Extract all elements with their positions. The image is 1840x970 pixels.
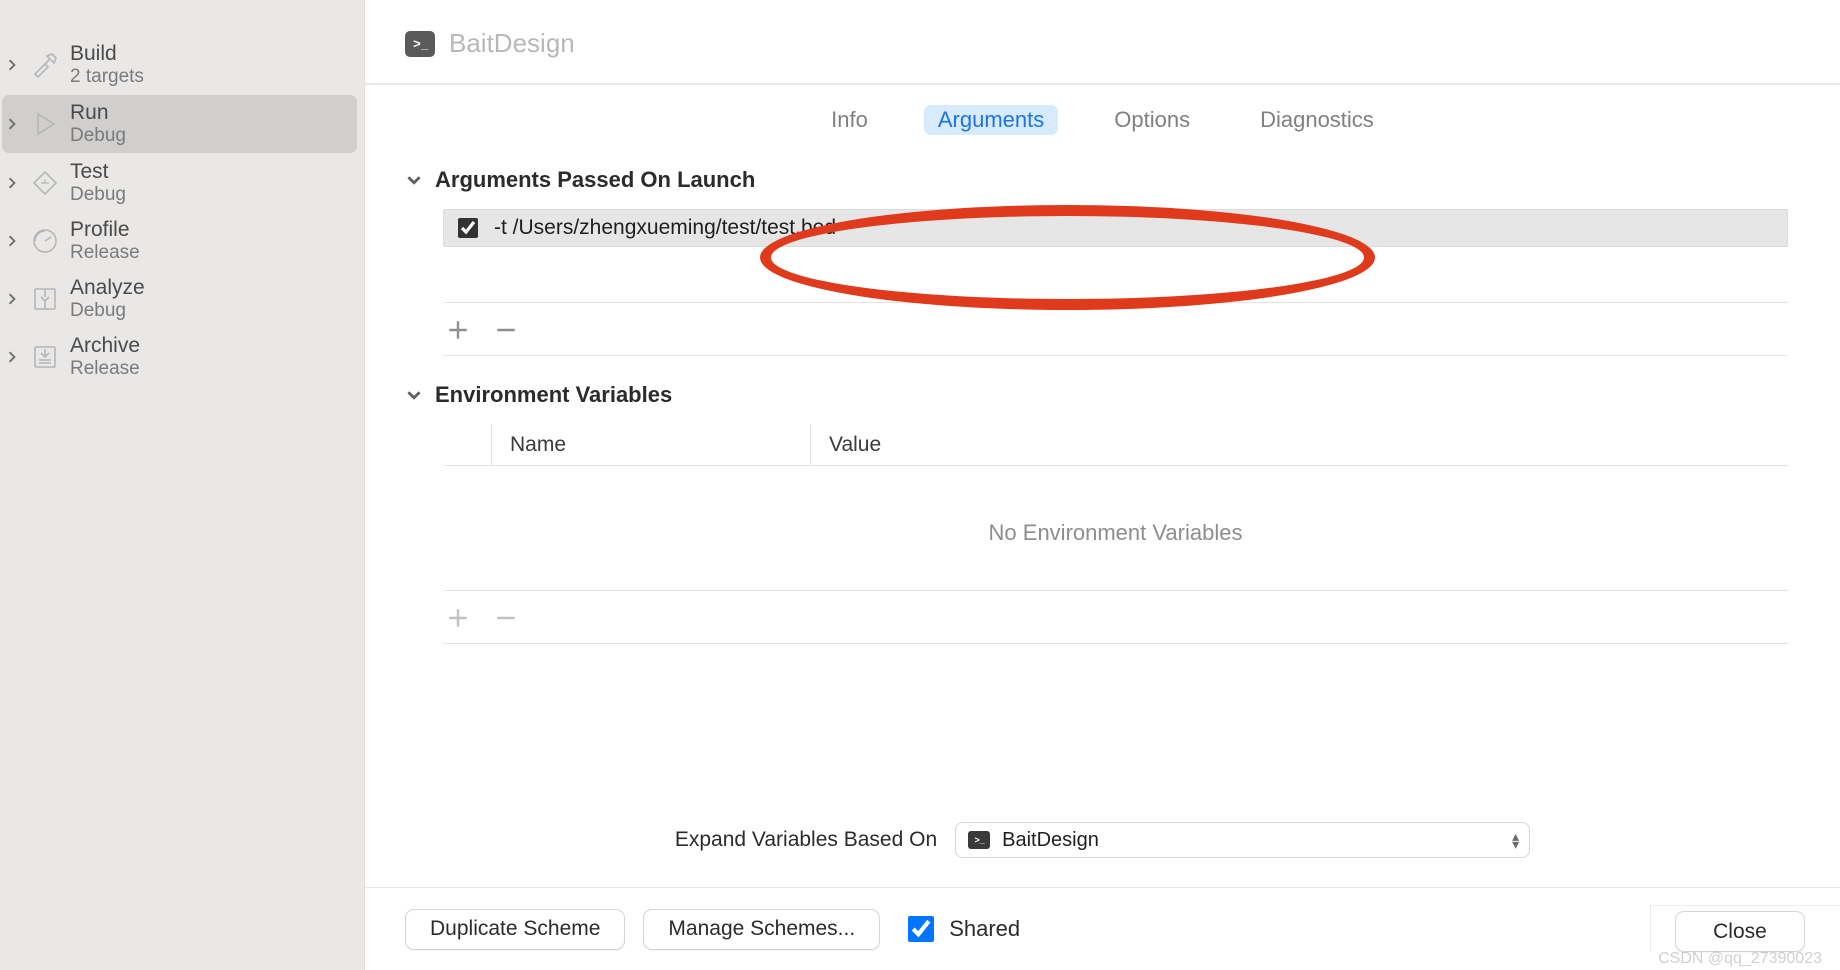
sidebar-item-run[interactable]: Run Debug: [2, 95, 357, 153]
tab-bar: Info Arguments Options Diagnostics: [365, 85, 1840, 141]
env-col-value[interactable]: Value: [829, 424, 881, 465]
sidebar-item-label: Profile: [70, 218, 140, 242]
sidebar-item-label: Build: [70, 42, 144, 66]
sidebar-item-profile[interactable]: Profile Release: [0, 212, 364, 270]
sidebar-item-label: Test: [70, 160, 126, 184]
shared-label: Shared: [949, 916, 1020, 942]
chevron-down-icon: [407, 382, 421, 408]
env-heading: Environment Variables: [435, 382, 672, 408]
remove-argument-button[interactable]: [493, 317, 519, 343]
sidebar-item-sublabel: Debug: [70, 300, 145, 322]
sidebar-item-sublabel: Release: [70, 242, 140, 264]
expand-variables-label: Expand Variables Based On: [675, 828, 937, 852]
arguments-section-header[interactable]: Arguments Passed On Launch: [407, 167, 1788, 193]
shared-checkbox[interactable]: [908, 916, 934, 942]
app-root: Build 2 targets Run Debug: [0, 0, 1840, 970]
main-panel: >_ BaitDesign Info Arguments Options Dia…: [365, 0, 1840, 970]
close-area: Close: [1650, 905, 1840, 952]
scheme-header: >_ BaitDesign: [365, 0, 1840, 83]
arguments-heading: Arguments Passed On Launch: [435, 167, 755, 193]
sidebar-item-label: Run: [70, 101, 126, 125]
watermark: CSDN @qq_27390023: [1658, 950, 1822, 968]
sidebar-item-test[interactable]: Test Debug: [0, 154, 364, 212]
sidebar-item-analyze[interactable]: Analyze Debug: [0, 270, 364, 328]
sidebar-item-archive[interactable]: Archive Release: [0, 328, 364, 386]
play-icon: [30, 109, 60, 139]
chevron-right-icon: [4, 349, 20, 365]
expand-variables-select[interactable]: >_ BaitDesign ▴▾: [955, 822, 1530, 858]
env-header-row: Name Value: [443, 424, 1788, 466]
tab-arguments[interactable]: Arguments: [924, 105, 1058, 135]
expand-variables-value: BaitDesign: [1002, 829, 1099, 852]
tab-options[interactable]: Options: [1100, 105, 1204, 135]
add-argument-button[interactable]: [445, 317, 471, 343]
scheme-title: BaitDesign: [449, 28, 575, 59]
env-empty-message: No Environment Variables: [443, 466, 1788, 591]
sidebar: Build 2 targets Run Debug: [0, 0, 365, 970]
archive-icon: [30, 342, 60, 372]
env-section-header[interactable]: Environment Variables: [407, 382, 1788, 408]
sidebar-item-label: Analyze: [70, 276, 145, 300]
arguments-toolbar: [443, 303, 1788, 356]
chevron-right-icon: [4, 233, 20, 249]
argument-text[interactable]: -t /Users/zhengxueming/test/test.bed: [494, 216, 836, 240]
sidebar-item-sublabel: Debug: [70, 125, 126, 147]
chevron-right-icon: [4, 291, 20, 307]
env-table: Name Value No Environment Variables: [443, 424, 1788, 644]
terminal-icon: >_: [968, 831, 990, 849]
manage-schemes-button[interactable]: Manage Schemes...: [643, 909, 880, 950]
argument-row[interactable]: -t /Users/zhengxueming/test/test.bed: [443, 209, 1788, 247]
diamond-icon: [30, 168, 60, 198]
chevron-right-icon: [4, 175, 20, 191]
sidebar-item-sublabel: Release: [70, 358, 140, 380]
bottom-bar: Duplicate Scheme Manage Schemes... Share…: [365, 888, 1840, 970]
env-col-name[interactable]: Name: [510, 424, 810, 465]
argument-enabled-checkbox[interactable]: [458, 218, 478, 238]
hammer-icon: [30, 50, 60, 80]
duplicate-scheme-button[interactable]: Duplicate Scheme: [405, 909, 625, 950]
chevron-right-icon: [4, 116, 20, 132]
expand-variables-row: Expand Variables Based On >_ BaitDesign …: [365, 822, 1840, 858]
analyze-icon: [30, 284, 60, 314]
arguments-table: -t /Users/zhengxueming/test/test.bed: [443, 209, 1788, 356]
add-env-button[interactable]: [445, 605, 471, 631]
remove-env-button[interactable]: [493, 605, 519, 631]
tab-diagnostics[interactable]: Diagnostics: [1246, 105, 1388, 135]
sidebar-item-sublabel: Debug: [70, 184, 126, 206]
chevron-right-icon: [4, 57, 20, 73]
gauge-icon: [30, 226, 60, 256]
close-button[interactable]: Close: [1675, 911, 1805, 952]
terminal-icon: >_: [405, 31, 435, 57]
tab-info[interactable]: Info: [817, 105, 882, 135]
chevron-down-icon: [407, 167, 421, 193]
sidebar-item-sublabel: 2 targets: [70, 66, 144, 88]
sidebar-item-label: Archive: [70, 334, 140, 358]
updown-icon: ▴▾: [1512, 832, 1519, 848]
env-toolbar: [443, 591, 1788, 644]
sidebar-item-build[interactable]: Build 2 targets: [0, 36, 364, 94]
